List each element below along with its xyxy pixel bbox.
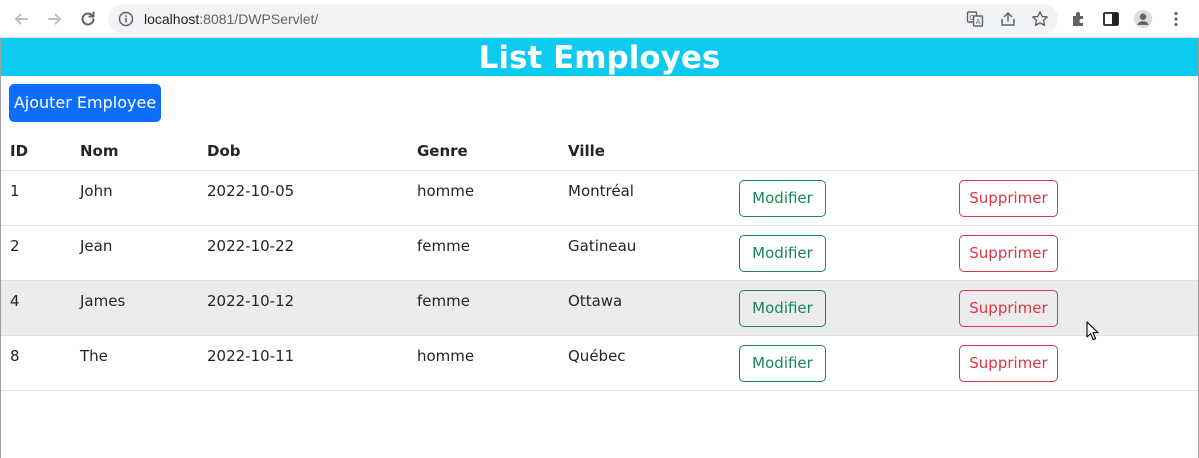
column-header-ville: Ville [568,142,605,160]
column-header-nom: Nom [80,142,119,160]
table-row: 4 James 2022-10-12 femme Ottawa Modifier… [1,281,1198,336]
cell-nom: The [80,347,108,365]
cell-ville: Gatineau [568,237,637,255]
cell-nom: John [80,182,113,200]
reload-icon[interactable] [76,7,100,31]
svg-text:A: A [976,18,981,26]
cell-genre: femme [417,237,470,255]
profile-icon[interactable] [1133,9,1153,29]
cell-genre: homme [417,182,475,200]
table-row: 1 John 2022-10-05 homme Montréal Modifie… [1,171,1198,226]
column-header-dob: Dob [207,142,241,160]
delete-button[interactable]: Supprimer [959,235,1058,272]
cell-id: 2 [10,237,20,255]
address-bar[interactable]: localhost:8081/DWPServlet/ GA [108,4,1058,34]
url-text[interactable]: localhost:8081/DWPServlet/ [144,4,318,34]
page-title: List Employes [478,40,721,76]
row-divider [1,390,1198,391]
url-path: :8081/DWPServlet/ [199,11,319,27]
cell-nom: Jean [80,237,113,255]
page-viewport: List Employes Ajouter Employee ID Nom Do… [0,38,1199,458]
info-icon[interactable] [118,11,134,27]
table-row: 2 Jean 2022-10-22 femme Gatineau Modifie… [1,226,1198,281]
table-row: 8 The 2022-10-11 homme Québec Modifier S… [1,336,1198,391]
cell-ville: Montréal [568,182,634,200]
delete-button[interactable]: Supprimer [959,290,1058,327]
kebab-menu-icon[interactable] [1166,9,1186,29]
browser-toolbar: localhost:8081/DWPServlet/ GA [0,0,1199,38]
title-bar: List Employes [1,38,1198,76]
arrow-left-icon[interactable] [9,7,33,31]
side-panel-icon[interactable] [1101,9,1121,29]
svg-text:G: G [969,14,974,22]
star-icon[interactable] [1031,10,1049,28]
cell-genre: homme [417,347,475,365]
add-employee-button[interactable]: Ajouter Employee [9,84,161,122]
column-header-id: ID [10,142,29,160]
modify-button[interactable]: Modifier [739,180,826,217]
modify-button[interactable]: Modifier [739,290,826,327]
modify-button[interactable]: Modifier [739,235,826,272]
cell-ville: Ottawa [568,292,623,310]
translate-icon[interactable]: GA [966,10,984,28]
share-icon[interactable] [999,10,1017,28]
cell-nom: James [80,292,126,310]
cell-id: 4 [10,292,20,310]
column-header-genre: Genre [417,142,468,160]
url-host: localhost [144,11,200,27]
modify-button[interactable]: Modifier [739,345,826,382]
cell-ville: Québec [568,347,626,365]
cell-dob: 2022-10-12 [207,292,295,310]
cell-id: 8 [10,347,20,365]
puzzle-icon[interactable] [1069,9,1089,29]
cell-dob: 2022-10-05 [207,182,295,200]
cell-dob: 2022-10-11 [207,347,295,365]
mouse-cursor-icon [1086,321,1100,341]
arrow-right-icon[interactable] [43,7,67,31]
delete-button[interactable]: Supprimer [959,345,1058,382]
delete-button[interactable]: Supprimer [959,180,1058,217]
cell-id: 1 [10,182,20,200]
cell-genre: femme [417,292,470,310]
cell-dob: 2022-10-22 [207,237,295,255]
